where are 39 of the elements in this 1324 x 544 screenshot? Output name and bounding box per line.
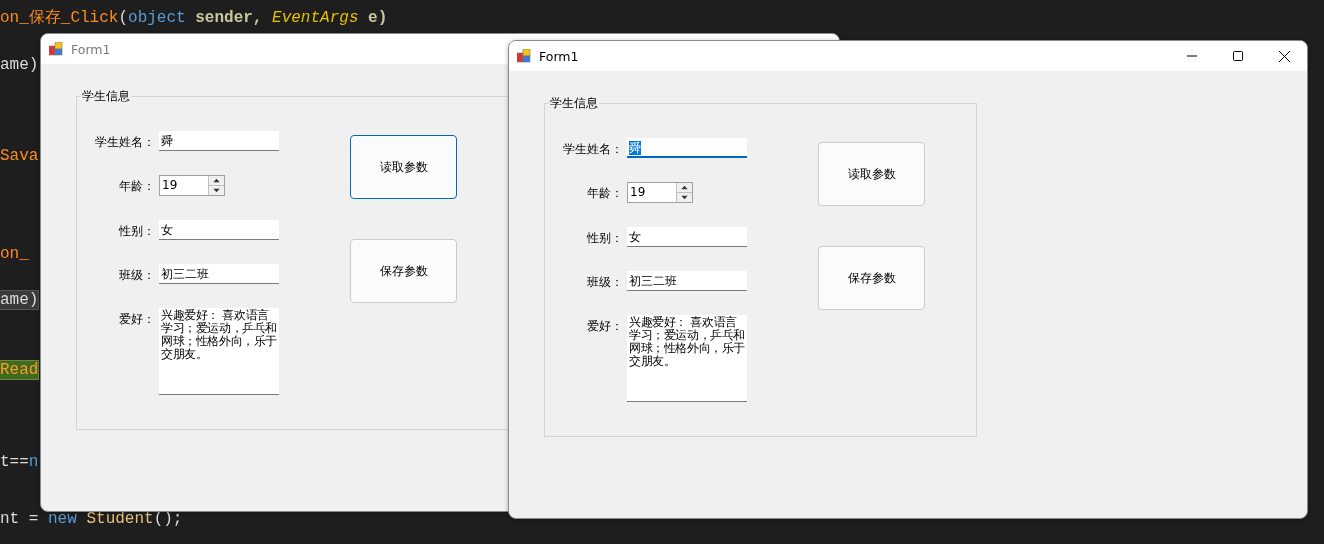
field-label: 学生姓名： bbox=[563, 141, 624, 158]
field-label: 爱好： bbox=[587, 318, 624, 335]
text-area[interactable]: 兴趣爱好： 喜欢语言学习；爱运动，乒乓和网球；性格外向，乐于交朋友。 bbox=[627, 315, 747, 402]
text-field[interactable]: 女 bbox=[159, 220, 279, 240]
app-icon bbox=[517, 49, 531, 63]
group-title: 学生信息 bbox=[549, 95, 599, 112]
field-label: 班级： bbox=[587, 274, 624, 291]
action-button[interactable]: 保存参数 bbox=[350, 239, 457, 303]
field-label: 年龄： bbox=[587, 185, 624, 202]
spin-arrows-icon[interactable] bbox=[208, 176, 224, 195]
code-line: ame) bbox=[0, 55, 39, 75]
field-label: 性别： bbox=[119, 223, 156, 240]
number-spinner[interactable]: 19 bbox=[627, 182, 693, 203]
text-area[interactable]: 兴趣爱好： 喜欢语言学习；爱运动，乒乓和网球；性格外向，乐于交朋友。 bbox=[159, 308, 279, 395]
field-label: 性别： bbox=[587, 230, 624, 247]
action-button[interactable]: 读取参数 bbox=[350, 135, 457, 199]
window-title: Form1 bbox=[71, 41, 111, 57]
maximize-icon bbox=[1233, 51, 1243, 61]
field-label: 爱好： bbox=[119, 311, 156, 328]
code-line: on_ bbox=[0, 244, 29, 264]
action-button[interactable]: 保存参数 bbox=[818, 246, 925, 310]
number-spinner[interactable]: 19 bbox=[159, 175, 225, 196]
code-line: Sava bbox=[0, 146, 39, 166]
spin-arrows-icon[interactable] bbox=[676, 183, 692, 202]
text-field[interactable]: 女 bbox=[627, 227, 747, 247]
close-icon bbox=[1278, 50, 1290, 62]
field-label: 年龄： bbox=[119, 178, 156, 195]
group-title: 学生信息 bbox=[81, 88, 131, 105]
text-field[interactable]: 初三二班 bbox=[159, 264, 279, 284]
text-field[interactable]: 舜 bbox=[159, 131, 279, 151]
field-label: 班级： bbox=[119, 267, 156, 284]
field-label: 学生姓名： bbox=[95, 134, 156, 151]
code-line: t==n bbox=[0, 452, 39, 472]
window-title: Form1 bbox=[539, 48, 579, 64]
text-field[interactable]: 初三二班 bbox=[627, 271, 747, 291]
code-line: on_保存_Click(object sender, EventArgs e) bbox=[0, 8, 388, 28]
action-button[interactable]: 读取参数 bbox=[818, 142, 925, 206]
app-icon bbox=[49, 42, 63, 56]
text-field[interactable]: 舜 bbox=[627, 138, 747, 158]
